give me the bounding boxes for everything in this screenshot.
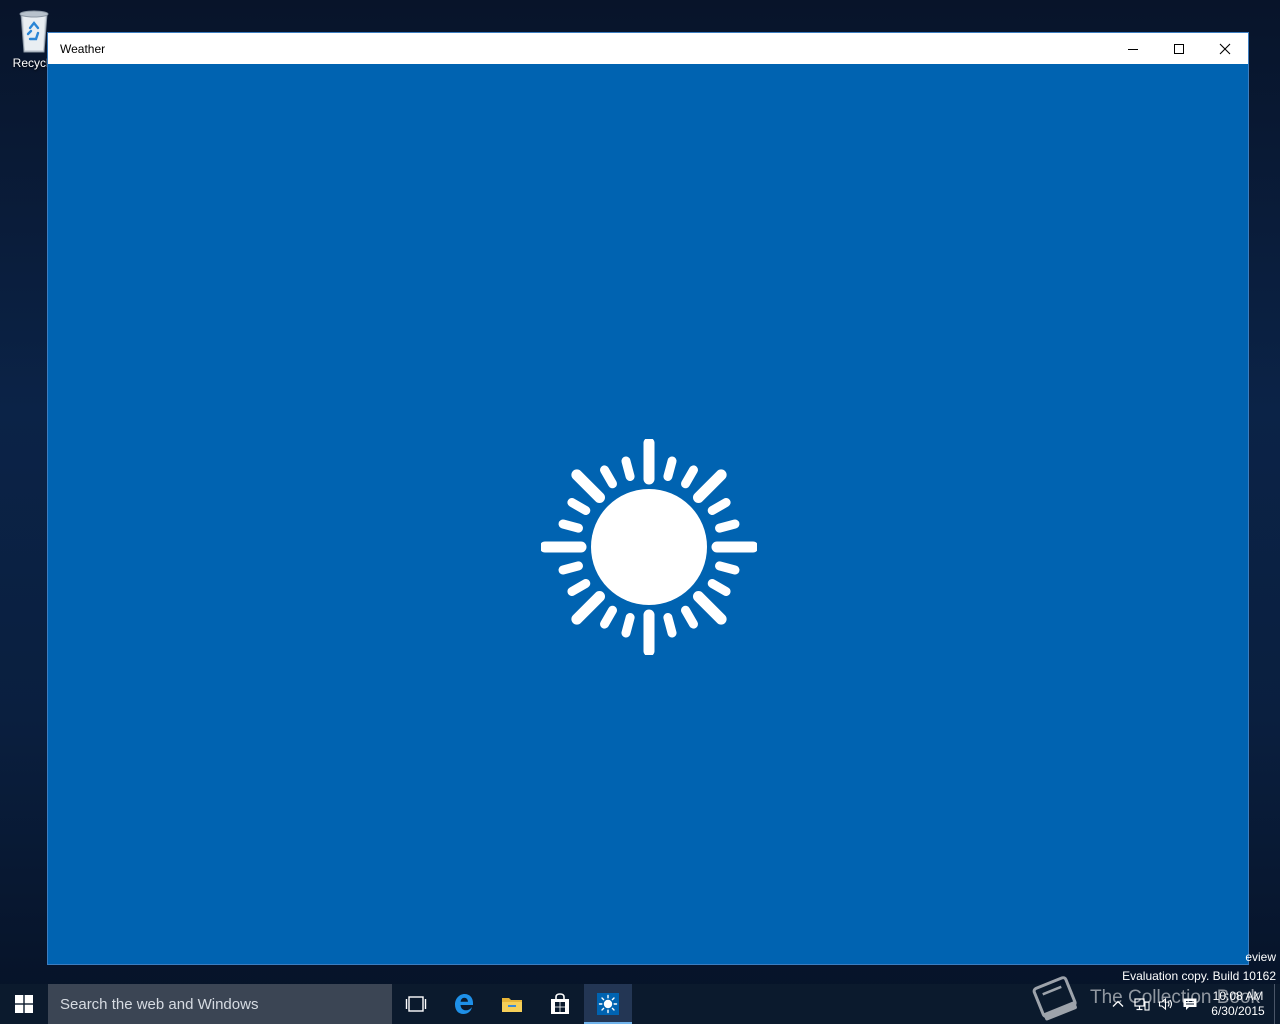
sun-ray bbox=[567, 498, 591, 515]
sun-ray bbox=[681, 605, 698, 629]
sun-ray bbox=[693, 469, 727, 503]
watermark-edition: eview bbox=[1245, 950, 1276, 964]
task-view-icon bbox=[405, 996, 427, 1012]
sun-ray bbox=[715, 519, 740, 533]
network-icon bbox=[1134, 998, 1150, 1011]
show-desktop-button[interactable] bbox=[1274, 984, 1280, 1024]
chevron-up-icon bbox=[1112, 1000, 1124, 1007]
desktop: Recycle Weather eview Evaluation copy. B… bbox=[0, 0, 1280, 1024]
sun-ray bbox=[663, 456, 677, 481]
sun-ray bbox=[663, 613, 677, 638]
edge-button[interactable] bbox=[440, 984, 488, 1024]
sun-ray bbox=[707, 579, 731, 596]
show-hidden-icons-button[interactable] bbox=[1106, 984, 1130, 1024]
minimize-icon bbox=[1128, 48, 1138, 50]
network-button[interactable] bbox=[1130, 984, 1154, 1024]
sun-icon bbox=[541, 439, 757, 655]
minimize-button[interactable] bbox=[1110, 33, 1156, 64]
splash-screen bbox=[48, 64, 1248, 964]
clock-time: 10:08 AM bbox=[1212, 989, 1264, 1003]
clock-date: 6/30/2015 bbox=[1211, 1004, 1265, 1018]
sun-ray bbox=[715, 561, 740, 575]
sun-ray bbox=[707, 498, 731, 515]
window-title: Weather bbox=[60, 41, 106, 56]
sun-ray bbox=[558, 561, 583, 575]
file-explorer-button[interactable] bbox=[488, 984, 536, 1024]
action-center-button[interactable] bbox=[1178, 984, 1202, 1024]
close-icon bbox=[1219, 43, 1231, 54]
sun-icon bbox=[597, 993, 619, 1015]
start-button[interactable] bbox=[0, 984, 48, 1024]
volume-icon bbox=[1158, 997, 1173, 1011]
sun-ray bbox=[681, 465, 698, 489]
action-center-icon bbox=[1183, 998, 1197, 1010]
windows-logo-icon bbox=[15, 995, 33, 1013]
watermark-build: Evaluation copy. Build 10162 bbox=[1122, 969, 1276, 983]
sun-ray bbox=[621, 456, 635, 481]
weather-window: Weather bbox=[47, 32, 1249, 965]
store-icon bbox=[551, 993, 569, 1014]
maximize-button[interactable] bbox=[1156, 33, 1202, 64]
sun-ray bbox=[571, 469, 605, 503]
store-button[interactable] bbox=[536, 984, 584, 1024]
taskbar: Search the web and Windows 10:08 AM 6/30… bbox=[0, 984, 1280, 1024]
sun-ray bbox=[600, 605, 617, 629]
task-view-button[interactable] bbox=[392, 984, 440, 1024]
sun-ray bbox=[567, 579, 591, 596]
maximize-icon bbox=[1174, 43, 1184, 54]
system-tray: 10:08 AM 6/30/2015 bbox=[1106, 984, 1280, 1024]
sun-ray bbox=[693, 591, 727, 625]
search-input[interactable]: Search the web and Windows bbox=[48, 984, 392, 1024]
search-placeholder: Search the web and Windows bbox=[60, 995, 259, 1013]
edge-icon bbox=[455, 994, 473, 1014]
sun-ray bbox=[571, 591, 605, 625]
sun-ray bbox=[600, 465, 617, 489]
sun-ray bbox=[558, 519, 583, 533]
volume-button[interactable] bbox=[1154, 984, 1178, 1024]
title-bar[interactable]: Weather bbox=[48, 33, 1248, 64]
clock[interactable]: 10:08 AM 6/30/2015 bbox=[1202, 989, 1274, 1019]
sun-ray bbox=[621, 613, 635, 638]
close-button[interactable] bbox=[1202, 33, 1248, 64]
weather-taskbar-button[interactable] bbox=[584, 984, 632, 1024]
folder-icon bbox=[502, 998, 522, 1012]
